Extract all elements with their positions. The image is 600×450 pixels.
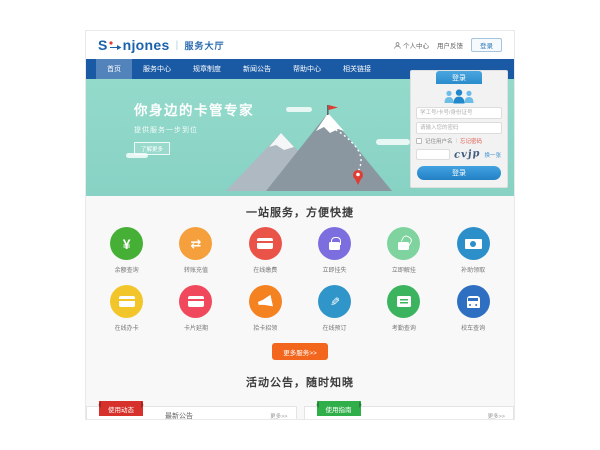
nav-item-3[interactable]: 新闻公告 bbox=[232, 59, 282, 79]
password-input[interactable] bbox=[416, 122, 502, 134]
portal-page: S njones | 服务大厅 个人中心 用户反馈 登录 bbox=[85, 30, 515, 420]
card-icon bbox=[119, 296, 135, 307]
header-login-button[interactable]: 登录 bbox=[471, 38, 502, 52]
news-more-link[interactable]: 更多>> bbox=[270, 412, 287, 420]
captcha-row: cvjp 换一张 bbox=[416, 149, 502, 160]
service-circle bbox=[457, 285, 490, 318]
service-label: 考勤查询 bbox=[392, 323, 416, 332]
service-circle: ¥ bbox=[110, 227, 143, 260]
logo-arrow-icon bbox=[109, 37, 122, 53]
service-circle bbox=[387, 227, 420, 260]
service-item-5[interactable]: 补助领取 bbox=[438, 227, 507, 274]
users-icon bbox=[411, 88, 507, 104]
logo-text-suffix: njones bbox=[123, 37, 170, 53]
nav-item-1[interactable]: 服务中心 bbox=[132, 59, 182, 79]
service-label: 在线缴费 bbox=[253, 265, 277, 274]
user-icon bbox=[394, 42, 401, 49]
service-circle bbox=[179, 285, 212, 318]
card-icon bbox=[257, 238, 273, 249]
personal-center-link[interactable]: 个人中心 bbox=[394, 40, 429, 50]
login-submit-button[interactable]: 登录 bbox=[417, 166, 501, 180]
list-icon bbox=[397, 296, 411, 307]
login-panel: 登录 记住用户名 | 忘记密码 c bbox=[410, 70, 508, 188]
nav-item-5[interactable]: 相关链接 bbox=[332, 59, 382, 79]
captcha-image[interactable]: cvjp bbox=[454, 148, 481, 161]
service-label: 在线办卡 bbox=[115, 323, 139, 332]
megaphone-icon bbox=[257, 294, 273, 309]
nav-item-0[interactable]: 首页 bbox=[96, 59, 132, 79]
service-label: 在线预订 bbox=[323, 323, 347, 332]
header-right: 个人中心 用户反馈 登录 bbox=[394, 38, 502, 52]
logo-text-prefix: S bbox=[98, 37, 108, 53]
service-circle bbox=[387, 285, 420, 318]
portal-title: 服务大厅 bbox=[184, 39, 224, 52]
service-item-9[interactable]: ✎ 在线预订 bbox=[300, 285, 369, 332]
unlock-icon bbox=[398, 242, 409, 250]
nav-item-2[interactable]: 规章制度 bbox=[182, 59, 232, 79]
service-circle bbox=[249, 285, 282, 318]
services-title: 一站服务，方便快捷 bbox=[86, 204, 514, 220]
news-panel: 使用动态 最新公告 更多>> bbox=[86, 406, 297, 420]
activity-panels: 使用动态 最新公告 更多>> 使用指南 更多>> bbox=[86, 406, 514, 420]
service-item-3[interactable]: 立即挂失 bbox=[300, 227, 369, 274]
captcha-input[interactable] bbox=[416, 149, 450, 160]
hero-banner: 你身边的卡管专家 提供服务一步到位 了解更多 登录 bbox=[86, 79, 514, 196]
service-circle: ⇄ bbox=[179, 227, 212, 260]
service-label: 拾卡招领 bbox=[253, 323, 277, 332]
logo-divider: | bbox=[176, 40, 179, 51]
service-item-11[interactable]: 校车查询 bbox=[438, 285, 507, 332]
feedback-link[interactable]: 用户反馈 bbox=[437, 40, 463, 50]
service-label: 余额查询 bbox=[115, 265, 139, 274]
service-item-0[interactable]: ¥ 余额查询 bbox=[92, 227, 161, 274]
options-separator: | bbox=[456, 138, 457, 144]
news-ribbon-tab[interactable]: 使用动态 bbox=[99, 401, 143, 416]
service-circle bbox=[110, 285, 143, 318]
service-label: 立即挂失 bbox=[323, 265, 347, 274]
remember-label[interactable]: 记住用户名 bbox=[425, 137, 453, 145]
services-grid: ¥ 余额查询 ⇄ 转账充值 在线缴费 立即挂失 立即解挂 补助领取在线办卡 卡片延期 拾卡招领 ✎ 在… bbox=[86, 227, 514, 343]
service-item-7[interactable]: 卡片延期 bbox=[161, 285, 230, 332]
remember-checkbox[interactable] bbox=[416, 138, 422, 144]
service-item-4[interactable]: 立即解挂 bbox=[369, 227, 438, 274]
guide-more-link[interactable]: 更多>> bbox=[488, 412, 505, 420]
hero-cta-button[interactable]: 了解更多 bbox=[134, 142, 170, 155]
guide-panel: 使用指南 更多>> bbox=[304, 406, 515, 420]
service-item-1[interactable]: ⇄ 转账充值 bbox=[161, 227, 230, 274]
lower-sections: 一站服务，方便快捷 ¥ 余额查询 ⇄ 转账充值 在线缴费 立即挂失 立即解挂 补助领取在线办卡… bbox=[86, 196, 514, 420]
banknote-icon bbox=[465, 239, 482, 249]
activities-title: 活动公告，随时知晓 bbox=[86, 374, 514, 390]
service-label: 转账充值 bbox=[184, 265, 208, 274]
edit-icon: ✎ bbox=[330, 296, 340, 308]
yen-icon: ¥ bbox=[123, 237, 131, 251]
brand-logo[interactable]: S njones | 服务大厅 bbox=[98, 37, 224, 53]
service-item-10[interactable]: 考勤查询 bbox=[369, 285, 438, 332]
service-circle bbox=[457, 227, 490, 260]
card-icon bbox=[188, 296, 204, 307]
bus-icon bbox=[467, 296, 480, 308]
service-item-6[interactable]: 在线办卡 bbox=[92, 285, 161, 332]
more-services-button[interactable]: 更多服务>> bbox=[272, 343, 328, 360]
nav-item-4[interactable]: 帮助中心 bbox=[282, 59, 332, 79]
service-item-8[interactable]: 拾卡招领 bbox=[231, 285, 300, 332]
service-circle: ✎ bbox=[318, 285, 351, 318]
service-item-2[interactable]: 在线缴费 bbox=[231, 227, 300, 274]
service-label: 补助领取 bbox=[461, 265, 485, 274]
forgot-password-link[interactable]: 忘记密码 bbox=[460, 137, 482, 145]
login-options: 记住用户名 | 忘记密码 bbox=[416, 137, 502, 145]
login-tab[interactable]: 登录 bbox=[436, 71, 482, 84]
guide-ribbon-tab[interactable]: 使用指南 bbox=[317, 401, 361, 416]
transfer-icon: ⇄ bbox=[190, 237, 201, 250]
mountains-illustration bbox=[206, 105, 416, 196]
captcha-refresh-link[interactable]: 换一张 bbox=[485, 151, 502, 159]
account-input[interactable] bbox=[416, 107, 502, 119]
header: S njones | 服务大厅 个人中心 用户反馈 登录 bbox=[86, 31, 514, 59]
lock-icon bbox=[329, 242, 340, 250]
service-label: 立即解挂 bbox=[392, 265, 416, 274]
service-label: 卡片延期 bbox=[184, 323, 208, 332]
latest-announcements-tab[interactable]: 最新公告 bbox=[165, 411, 193, 420]
service-label: 校车查询 bbox=[461, 323, 485, 332]
service-circle bbox=[318, 227, 351, 260]
service-circle bbox=[249, 227, 282, 260]
